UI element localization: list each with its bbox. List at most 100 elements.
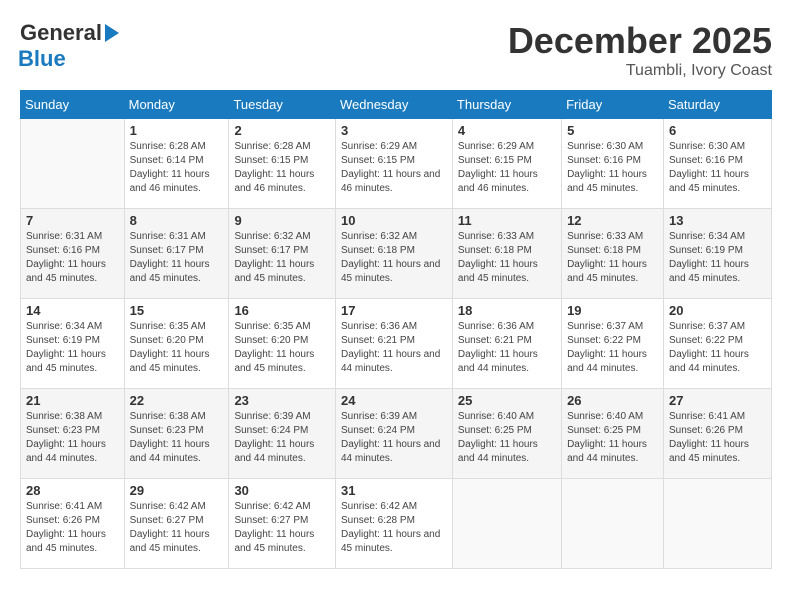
sunrise-text: Sunrise: 6:29 AM bbox=[458, 141, 534, 152]
daylight-text: Daylight: 11 hours and 45 minutes. bbox=[567, 169, 647, 194]
day-info: Sunrise: 6:39 AM Sunset: 6:24 PM Dayligh… bbox=[234, 410, 330, 466]
sunset-text: Sunset: 6:22 PM bbox=[567, 335, 641, 346]
sunset-text: Sunset: 6:27 PM bbox=[130, 515, 204, 526]
day-number: 5 bbox=[567, 123, 658, 138]
day-info: Sunrise: 6:41 AM Sunset: 6:26 PM Dayligh… bbox=[669, 410, 766, 466]
calendar-body: 1 Sunrise: 6:28 AM Sunset: 6:14 PM Dayli… bbox=[21, 119, 772, 569]
calendar-cell: 13 Sunrise: 6:34 AM Sunset: 6:19 PM Dayl… bbox=[663, 209, 771, 299]
daylight-text: Daylight: 11 hours and 45 minutes. bbox=[669, 169, 749, 194]
sunrise-text: Sunrise: 6:39 AM bbox=[341, 411, 417, 422]
day-number: 20 bbox=[669, 303, 766, 318]
header-day-thursday: Thursday bbox=[452, 91, 561, 119]
day-number: 26 bbox=[567, 393, 658, 408]
header-day-friday: Friday bbox=[562, 91, 664, 119]
daylight-text: Daylight: 11 hours and 46 minutes. bbox=[458, 169, 538, 194]
sunrise-text: Sunrise: 6:39 AM bbox=[234, 411, 310, 422]
day-number: 13 bbox=[669, 213, 766, 228]
daylight-text: Daylight: 11 hours and 45 minutes. bbox=[26, 259, 106, 284]
sunset-text: Sunset: 6:23 PM bbox=[130, 425, 204, 436]
daylight-text: Daylight: 11 hours and 45 minutes. bbox=[341, 529, 440, 554]
daylight-text: Daylight: 11 hours and 44 minutes. bbox=[26, 439, 106, 464]
daylight-text: Daylight: 11 hours and 45 minutes. bbox=[234, 259, 314, 284]
day-info: Sunrise: 6:32 AM Sunset: 6:17 PM Dayligh… bbox=[234, 230, 330, 286]
day-number: 1 bbox=[130, 123, 224, 138]
logo-blue-text: Blue bbox=[18, 46, 66, 72]
calendar-cell: 4 Sunrise: 6:29 AM Sunset: 6:15 PM Dayli… bbox=[452, 119, 561, 209]
day-number: 21 bbox=[26, 393, 119, 408]
day-info: Sunrise: 6:35 AM Sunset: 6:20 PM Dayligh… bbox=[234, 320, 330, 376]
sunrise-text: Sunrise: 6:38 AM bbox=[26, 411, 102, 422]
sunset-text: Sunset: 6:26 PM bbox=[669, 425, 743, 436]
sunset-text: Sunset: 6:20 PM bbox=[130, 335, 204, 346]
daylight-text: Daylight: 11 hours and 45 minutes. bbox=[458, 259, 538, 284]
sunrise-text: Sunrise: 6:33 AM bbox=[567, 231, 643, 242]
daylight-text: Daylight: 11 hours and 45 minutes. bbox=[669, 259, 749, 284]
sunset-text: Sunset: 6:14 PM bbox=[130, 155, 204, 166]
day-number: 22 bbox=[130, 393, 224, 408]
day-info: Sunrise: 6:39 AM Sunset: 6:24 PM Dayligh… bbox=[341, 410, 447, 466]
calendar-cell: 22 Sunrise: 6:38 AM Sunset: 6:23 PM Dayl… bbox=[124, 389, 229, 479]
calendar-week-2: 7 Sunrise: 6:31 AM Sunset: 6:16 PM Dayli… bbox=[21, 209, 772, 299]
calendar-header: SundayMondayTuesdayWednesdayThursdayFrid… bbox=[21, 91, 772, 119]
daylight-text: Daylight: 11 hours and 45 minutes. bbox=[130, 259, 210, 284]
calendar-table: SundayMondayTuesdayWednesdayThursdayFrid… bbox=[20, 90, 772, 569]
day-number: 28 bbox=[26, 483, 119, 498]
sunset-text: Sunset: 6:24 PM bbox=[234, 425, 308, 436]
sunset-text: Sunset: 6:25 PM bbox=[458, 425, 532, 436]
day-number: 24 bbox=[341, 393, 447, 408]
sunset-text: Sunset: 6:19 PM bbox=[26, 335, 100, 346]
sunset-text: Sunset: 6:21 PM bbox=[458, 335, 532, 346]
calendar-cell bbox=[562, 479, 664, 569]
header-day-saturday: Saturday bbox=[663, 91, 771, 119]
day-info: Sunrise: 6:36 AM Sunset: 6:21 PM Dayligh… bbox=[458, 320, 556, 376]
calendar-cell: 31 Sunrise: 6:42 AM Sunset: 6:28 PM Dayl… bbox=[335, 479, 452, 569]
sunset-text: Sunset: 6:25 PM bbox=[567, 425, 641, 436]
day-info: Sunrise: 6:42 AM Sunset: 6:27 PM Dayligh… bbox=[234, 500, 330, 556]
day-info: Sunrise: 6:29 AM Sunset: 6:15 PM Dayligh… bbox=[341, 140, 447, 196]
daylight-text: Daylight: 11 hours and 44 minutes. bbox=[130, 439, 210, 464]
daylight-text: Daylight: 11 hours and 44 minutes. bbox=[341, 349, 440, 374]
header-row: SundayMondayTuesdayWednesdayThursdayFrid… bbox=[21, 91, 772, 119]
daylight-text: Daylight: 11 hours and 45 minutes. bbox=[567, 259, 647, 284]
day-info: Sunrise: 6:31 AM Sunset: 6:16 PM Dayligh… bbox=[26, 230, 119, 286]
sunrise-text: Sunrise: 6:35 AM bbox=[234, 321, 310, 332]
day-info: Sunrise: 6:34 AM Sunset: 6:19 PM Dayligh… bbox=[26, 320, 119, 376]
calendar-cell: 29 Sunrise: 6:42 AM Sunset: 6:27 PM Dayl… bbox=[124, 479, 229, 569]
calendar-cell: 9 Sunrise: 6:32 AM Sunset: 6:17 PM Dayli… bbox=[229, 209, 336, 299]
calendar-cell: 15 Sunrise: 6:35 AM Sunset: 6:20 PM Dayl… bbox=[124, 299, 229, 389]
calendar-cell bbox=[452, 479, 561, 569]
calendar-week-1: 1 Sunrise: 6:28 AM Sunset: 6:14 PM Dayli… bbox=[21, 119, 772, 209]
calendar-cell: 23 Sunrise: 6:39 AM Sunset: 6:24 PM Dayl… bbox=[229, 389, 336, 479]
calendar-cell: 7 Sunrise: 6:31 AM Sunset: 6:16 PM Dayli… bbox=[21, 209, 125, 299]
day-number: 8 bbox=[130, 213, 224, 228]
day-number: 18 bbox=[458, 303, 556, 318]
day-info: Sunrise: 6:38 AM Sunset: 6:23 PM Dayligh… bbox=[26, 410, 119, 466]
day-info: Sunrise: 6:40 AM Sunset: 6:25 PM Dayligh… bbox=[567, 410, 658, 466]
day-number: 15 bbox=[130, 303, 224, 318]
calendar-cell: 6 Sunrise: 6:30 AM Sunset: 6:16 PM Dayli… bbox=[663, 119, 771, 209]
day-number: 3 bbox=[341, 123, 447, 138]
daylight-text: Daylight: 11 hours and 44 minutes. bbox=[341, 439, 440, 464]
sunset-text: Sunset: 6:15 PM bbox=[234, 155, 308, 166]
daylight-text: Daylight: 11 hours and 45 minutes. bbox=[234, 349, 314, 374]
sunset-text: Sunset: 6:18 PM bbox=[458, 245, 532, 256]
daylight-text: Daylight: 11 hours and 45 minutes. bbox=[669, 439, 749, 464]
location-title: Tuambli, Ivory Coast bbox=[508, 62, 772, 80]
day-info: Sunrise: 6:36 AM Sunset: 6:21 PM Dayligh… bbox=[341, 320, 447, 376]
day-number: 19 bbox=[567, 303, 658, 318]
sunrise-text: Sunrise: 6:32 AM bbox=[234, 231, 310, 242]
calendar-cell: 5 Sunrise: 6:30 AM Sunset: 6:16 PM Dayli… bbox=[562, 119, 664, 209]
day-number: 4 bbox=[458, 123, 556, 138]
daylight-text: Daylight: 11 hours and 44 minutes. bbox=[458, 349, 538, 374]
sunrise-text: Sunrise: 6:42 AM bbox=[234, 501, 310, 512]
sunrise-text: Sunrise: 6:40 AM bbox=[458, 411, 534, 422]
sunrise-text: Sunrise: 6:30 AM bbox=[669, 141, 745, 152]
daylight-text: Daylight: 11 hours and 44 minutes. bbox=[234, 439, 314, 464]
header-day-wednesday: Wednesday bbox=[335, 91, 452, 119]
calendar-cell: 12 Sunrise: 6:33 AM Sunset: 6:18 PM Dayl… bbox=[562, 209, 664, 299]
day-info: Sunrise: 6:33 AM Sunset: 6:18 PM Dayligh… bbox=[567, 230, 658, 286]
sunrise-text: Sunrise: 6:32 AM bbox=[341, 231, 417, 242]
calendar-week-5: 28 Sunrise: 6:41 AM Sunset: 6:26 PM Dayl… bbox=[21, 479, 772, 569]
day-info: Sunrise: 6:32 AM Sunset: 6:18 PM Dayligh… bbox=[341, 230, 447, 286]
logo: General Blue bbox=[20, 20, 119, 72]
